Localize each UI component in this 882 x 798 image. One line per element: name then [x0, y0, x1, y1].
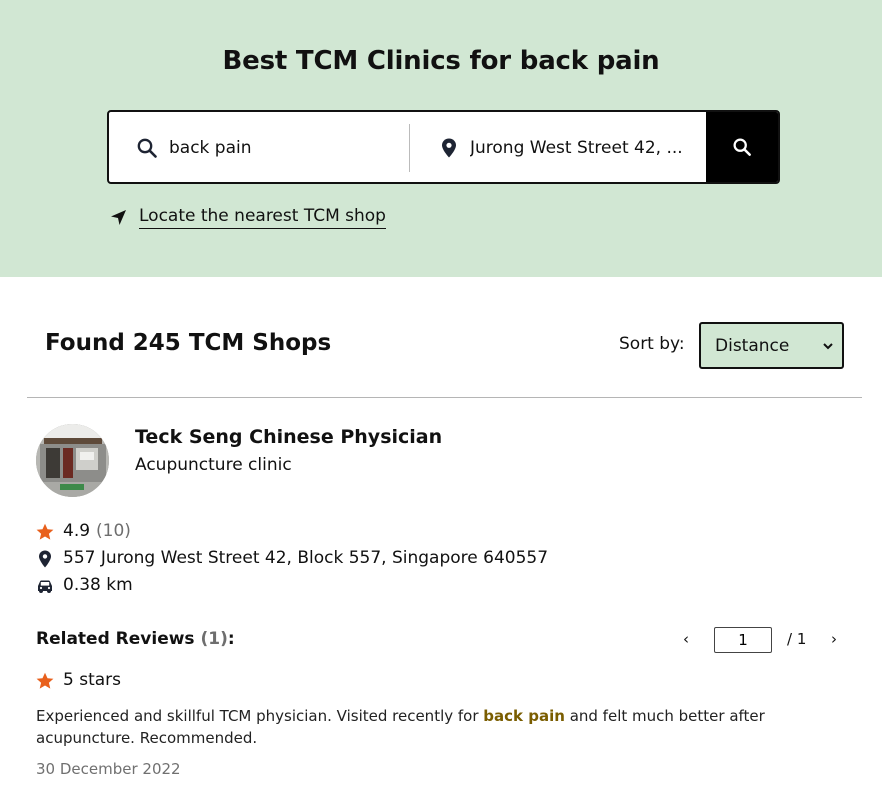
- pager-next-button[interactable]: ›: [831, 630, 837, 648]
- locate-nearest-link[interactable]: Locate the nearest TCM shop: [139, 206, 386, 229]
- review-text: Experienced and skillful TCM physician. …: [36, 705, 826, 749]
- related-reviews-count: (1): [200, 629, 228, 649]
- star-icon: [36, 672, 54, 689]
- results-divider: [27, 397, 862, 398]
- page-title: Best TCM Clinics for back pain: [222, 46, 660, 76]
- review-text-before: Experienced and skillful TCM physician. …: [36, 707, 484, 725]
- star-icon: [36, 523, 54, 540]
- shop-photo: [36, 424, 109, 497]
- sort-dropdown[interactable]: Distance: [699, 322, 844, 369]
- sort-label: Sort by:: [619, 334, 685, 354]
- search-bar: Jurong West Street 42, ...: [107, 110, 780, 184]
- pager-total: / 1: [787, 630, 807, 648]
- shop-distance: 0.38 km: [63, 575, 133, 595]
- review-stars-label: 5 stars: [63, 670, 122, 690]
- shop-address: 557 Jurong West Street 42, Block 557, Si…: [63, 548, 549, 568]
- search-icon: [137, 138, 157, 158]
- car-icon: [38, 580, 52, 593]
- pager-prev-button[interactable]: ‹: [683, 630, 689, 648]
- rating-value: 4.9: [63, 521, 91, 541]
- search-hero: Best TCM Clinics for back pain Jurong We…: [0, 0, 882, 277]
- results-count: Found 245 TCM Shops: [45, 330, 332, 356]
- search-button[interactable]: [706, 112, 778, 182]
- shop-type: Acupuncture clinic: [135, 455, 292, 475]
- search-icon: [733, 138, 751, 156]
- location-input[interactable]: Jurong West Street 42, ...: [470, 132, 688, 164]
- shop-avatar[interactable]: [36, 424, 109, 497]
- search-divider: [409, 124, 410, 172]
- navigation-arrow-icon: [111, 210, 126, 225]
- related-reviews-label: Related Reviews: [36, 629, 195, 649]
- related-reviews-heading: Related Reviews (1):: [36, 629, 235, 649]
- location-pin-icon: [442, 138, 456, 158]
- related-reviews-colon: :: [227, 629, 235, 649]
- sort-value: Distance: [715, 336, 790, 356]
- search-input[interactable]: [169, 132, 399, 164]
- shop-name[interactable]: Teck Seng Chinese Physician: [135, 426, 442, 448]
- review-keyword-highlight: back pain: [483, 707, 565, 725]
- location-pin-icon: [39, 550, 51, 568]
- review-date: 30 December 2022: [36, 760, 181, 778]
- chevron-down-icon: [823, 343, 833, 350]
- pager-page-input[interactable]: [714, 627, 772, 653]
- rating-count: (10): [96, 521, 131, 541]
